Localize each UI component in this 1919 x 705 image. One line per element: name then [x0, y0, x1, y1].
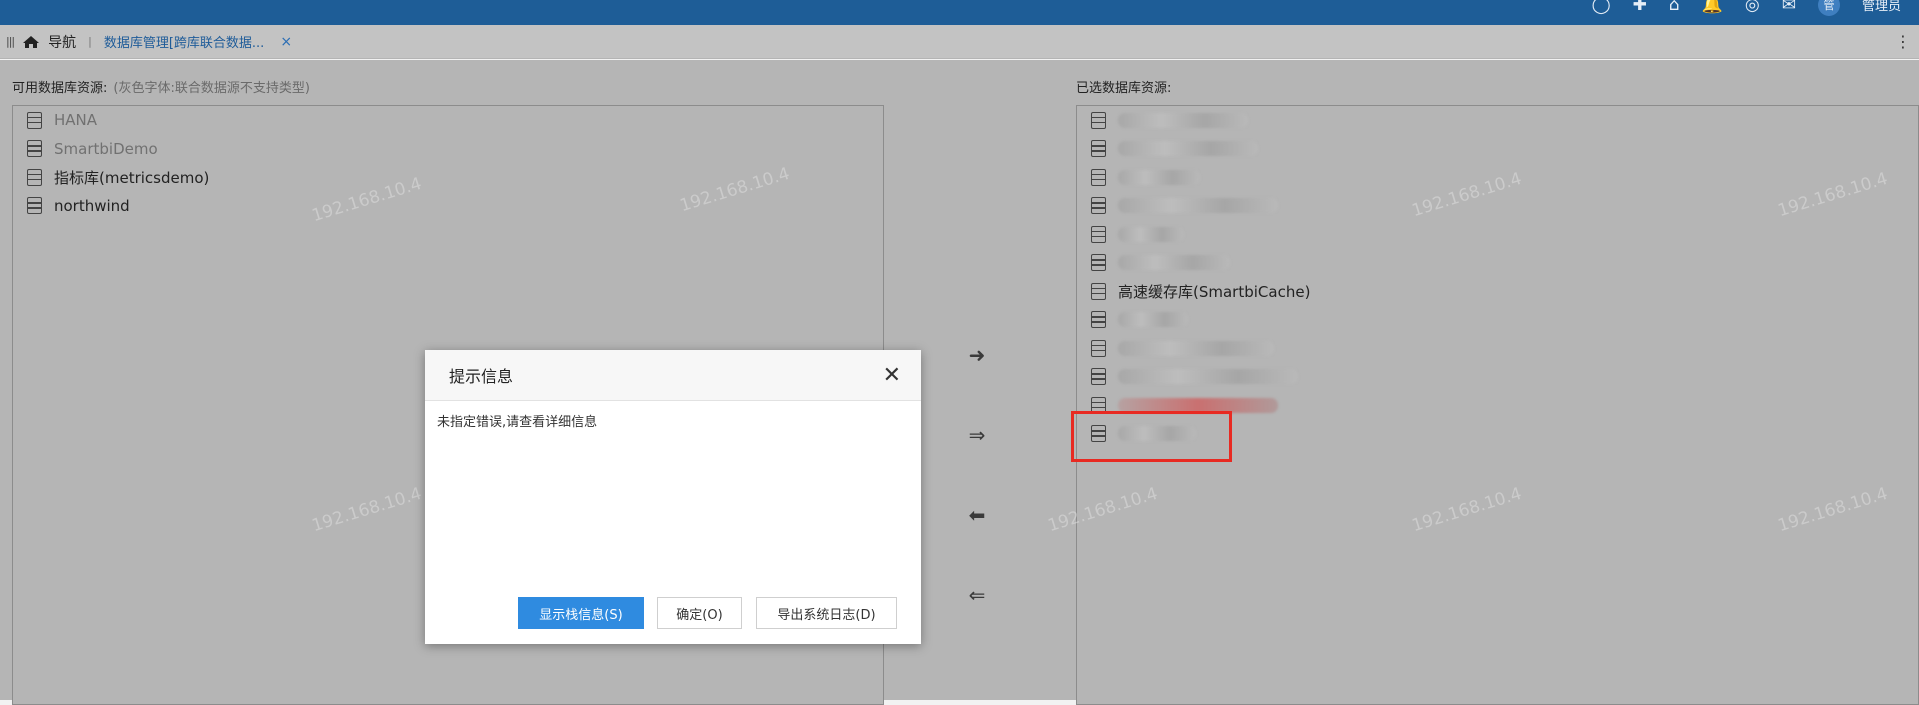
- redacted-text: [1118, 255, 1230, 271]
- list-item[interactable]: HANA: [13, 106, 883, 135]
- nav-link[interactable]: 导航: [48, 32, 76, 52]
- home-icon[interactable]: ⌂: [1669, 0, 1680, 15]
- list-item[interactable]: [1077, 306, 1918, 335]
- database-icon: [27, 197, 42, 215]
- list-item-label: 高速缓存库(SmartbiCache): [1118, 282, 1311, 301]
- tab-separator: |: [88, 35, 92, 48]
- dialog-title: 提示信息: [449, 367, 514, 386]
- list-item-label: HANA: [54, 111, 98, 130]
- database-icon: [1091, 111, 1106, 129]
- database-icon: [1091, 168, 1106, 186]
- database-icon: [1091, 140, 1106, 158]
- avatar[interactable]: 管: [1817, 0, 1840, 16]
- plus-icon[interactable]: ✚: [1633, 0, 1647, 15]
- redacted-text: [1118, 112, 1248, 128]
- ok-button[interactable]: 确定(O): [657, 597, 742, 629]
- move-left-button[interactable]: ⬅: [962, 503, 992, 527]
- available-resources-label: 可用数据库资源: (灰色字体:联合数据源不支持类型): [12, 77, 310, 96]
- list-item[interactable]: SmartbiDemo: [13, 135, 883, 164]
- move-right-button[interactable]: ➜: [962, 343, 992, 367]
- grip-icon[interactable]: |||: [6, 35, 15, 48]
- list-item-label: northwind: [54, 196, 130, 215]
- info-dialog: 提示信息 ✕ 未指定错误,请查看详细信息 显示栈信息(S) 确定(O) 导出系统…: [425, 350, 921, 644]
- tab-bar: ||| 导航 | 数据库管理[跨库联合数据... × ⋮: [0, 25, 1919, 59]
- move-all-left-button[interactable]: ⇐: [962, 583, 992, 607]
- export-log-button[interactable]: 导出系统日志(D): [756, 597, 897, 629]
- available-hint: (灰色字体:联合数据源不支持类型): [113, 81, 310, 96]
- database-icon: [27, 168, 42, 186]
- database-icon: [27, 140, 42, 158]
- list-item[interactable]: [1077, 163, 1918, 192]
- more-icon[interactable]: ⋮: [1895, 32, 1911, 51]
- top-bar: ◯ ✚ ⌂ 🔔 ◎ ✉ 管 管理员: [0, 0, 1919, 25]
- selected-db-list[interactable]: 高速缓存库(SmartbiCache): [1076, 105, 1919, 705]
- database-icon: [1091, 368, 1106, 386]
- chat-icon[interactable]: ✉: [1782, 0, 1796, 15]
- database-icon: [1091, 282, 1106, 300]
- highlight-box: [1071, 411, 1232, 462]
- search-icon[interactable]: ◯: [1592, 0, 1611, 15]
- home-icon[interactable]: [22, 35, 40, 49]
- database-icon: [1091, 339, 1106, 357]
- list-item[interactable]: [1077, 106, 1918, 135]
- redacted-text: [1118, 141, 1258, 157]
- list-item[interactable]: [1077, 249, 1918, 278]
- list-item[interactable]: [1077, 220, 1918, 249]
- redacted-text: [1118, 369, 1298, 385]
- compass-icon[interactable]: ◎: [1745, 0, 1760, 15]
- list-item[interactable]: 高速缓存库(SmartbiCache): [1077, 277, 1918, 306]
- tab-database-management[interactable]: 数据库管理[跨库联合数据...: [104, 32, 264, 51]
- available-label-text: 可用数据库资源:: [12, 81, 108, 96]
- show-stack-button[interactable]: 显示栈信息(S): [518, 597, 644, 629]
- database-icon: [27, 111, 42, 129]
- database-icon: [1091, 225, 1106, 243]
- redacted-text: [1118, 169, 1200, 185]
- user-name[interactable]: 管理员: [1862, 0, 1901, 14]
- redacted-text: [1118, 340, 1274, 356]
- selected-resources-label: 已选数据库资源:: [1076, 81, 1172, 96]
- redacted-text: [1118, 312, 1188, 328]
- redacted-text: [1118, 198, 1278, 214]
- list-item[interactable]: [1077, 192, 1918, 221]
- topbar-icons: ◯ ✚ ⌂ 🔔 ◎ ✉ 管 管理员: [1592, 0, 1919, 17]
- list-item-label: SmartbiDemo: [54, 139, 158, 158]
- database-icon: [1091, 254, 1106, 272]
- list-item[interactable]: [1077, 363, 1918, 392]
- list-item[interactable]: [1077, 334, 1918, 363]
- database-icon: [1091, 197, 1106, 215]
- close-icon[interactable]: ✕: [883, 363, 901, 388]
- list-item-label: 指标库(metricsdemo): [54, 168, 210, 187]
- redacted-text: [1118, 226, 1184, 242]
- list-item[interactable]: northwind: [13, 192, 883, 221]
- bell-icon[interactable]: 🔔: [1702, 0, 1723, 15]
- list-item[interactable]: [1077, 135, 1918, 164]
- database-icon: [1091, 311, 1106, 329]
- dialog-header: 提示信息 ✕: [425, 350, 921, 401]
- move-all-right-button[interactable]: ⇒: [962, 423, 992, 447]
- list-item[interactable]: 指标库(metricsdemo): [13, 163, 883, 192]
- close-icon[interactable]: ×: [280, 34, 292, 50]
- main-area: 可用数据库资源: (灰色字体:联合数据源不支持类型) 已选数据库资源: HANA S…: [0, 60, 1919, 705]
- dialog-message: 未指定错误,请查看详细信息: [437, 415, 598, 430]
